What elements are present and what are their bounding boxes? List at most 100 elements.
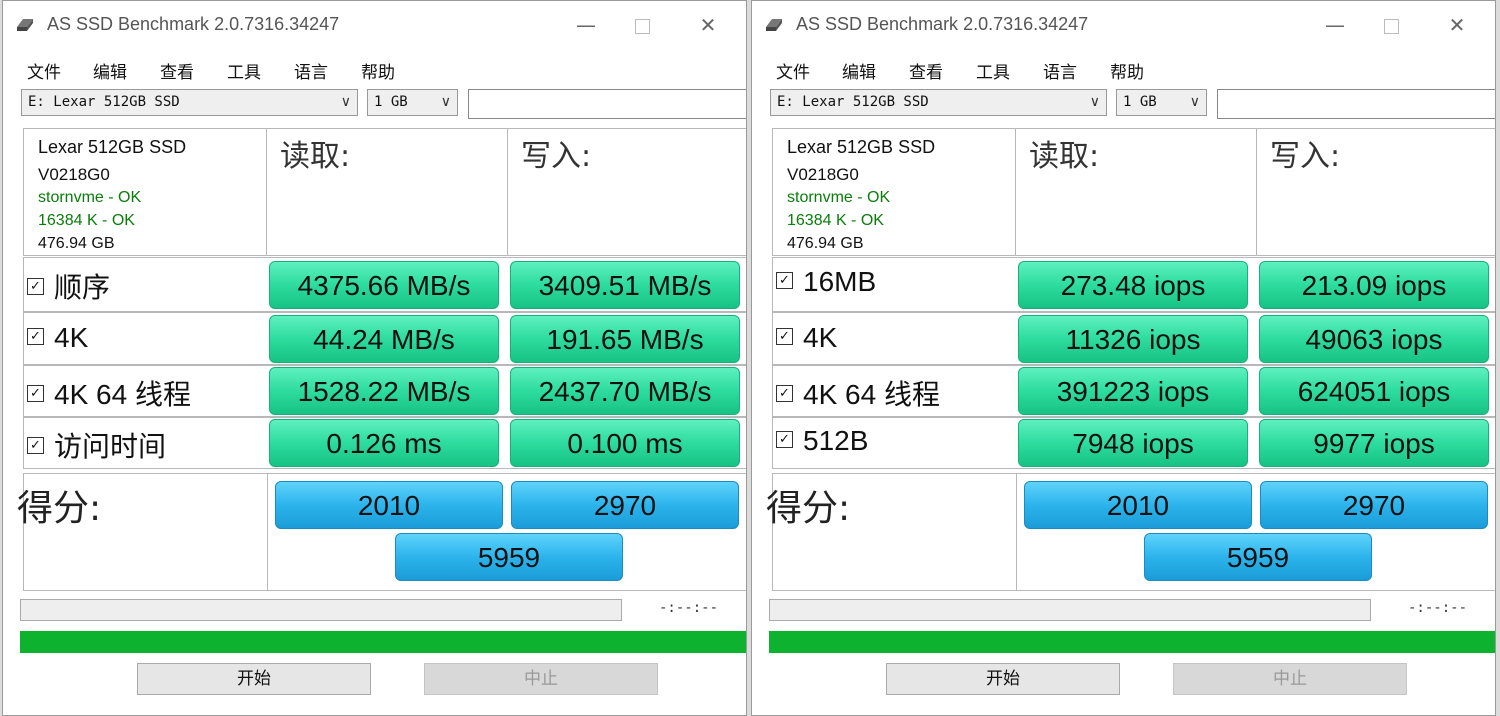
size-select[interactable]: 1 GB ∨ [1116,89,1207,116]
status-textbox[interactable] [1217,89,1495,119]
checkbox-checked-icon[interactable]: ✓ [776,328,793,346]
close-icon[interactable]: ✕ [1437,9,1477,41]
progress-bar [769,599,1371,621]
read-result-3: 7948 iops [1018,419,1248,467]
menu-help[interactable]: 帮助 [361,58,395,83]
write-header: 写入: [521,139,592,174]
row-label-text: 4K [54,322,89,353]
drive-info-panel: Lexar 512GB SSD V0218G0 stornvme - OK 16… [772,128,1016,256]
write-result-3: 9977 iops [1259,419,1489,467]
menu-edit[interactable]: 编辑 [842,58,876,83]
menu-file[interactable]: 文件 [776,58,810,83]
write-result-3: 0.100 ms [510,419,740,467]
menu-view[interactable]: 查看 [909,58,943,83]
stop-button[interactable]: 中止 [1173,663,1407,695]
completion-bar [20,631,746,653]
start-button[interactable]: 开始 [137,663,371,695]
checkbox-checked-icon[interactable]: ✓ [27,328,44,346]
row-label-3[interactable]: ✓ 访问时间 [27,425,166,465]
write-result-1: 191.65 MB/s [510,315,740,363]
write-result-0: 3409.51 MB/s [510,261,740,309]
read-result-2: 391223 iops [1018,367,1248,415]
checkbox-checked-icon[interactable]: ✓ [27,437,44,455]
row-label-1[interactable]: ✓ 4K [776,322,837,354]
elapsed-timer: -:--:-- [659,600,719,616]
row-label-2[interactable]: ✓ 4K 64 线程 [776,373,940,413]
stop-button[interactable]: 中止 [424,663,658,695]
row-label-3[interactable]: ✓ 512B [776,425,868,457]
write-result-0: 213.09 iops [1259,261,1489,309]
read-result-2: 1528.22 MB/s [269,367,499,415]
row-label-text: 顺序 [54,272,111,303]
progress-bar [20,599,622,621]
menu-help[interactable]: 帮助 [1110,58,1144,83]
toolbar: E: Lexar 512GB SSD ∨ 1 GB ∨ [3,89,746,119]
minimize-icon[interactable]: — [566,9,606,41]
ssd-drive-icon [766,19,782,31]
menu-tools[interactable]: 工具 [976,58,1010,83]
write-header: 写入: [1270,139,1341,174]
menu-file[interactable]: 文件 [27,58,61,83]
alignment-status: 16384 K - OK [38,212,135,229]
score-label: 得分: [17,488,102,529]
toolbar: E: Lexar 512GB SSD ∨ 1 GB ∨ [752,89,1495,119]
row-label-text: 512B [803,425,869,456]
chevron-down-icon: ∨ [340,94,351,110]
elapsed-timer: -:--:-- [1408,600,1468,616]
size-select-value: 1 GB [1123,94,1157,110]
benchmark-window-seq: AS SSD Benchmark 2.0.7316.34247 — ✕ 文件 编… [2,0,747,716]
score-read: 2010 [275,481,503,529]
read-result-3: 0.126 ms [269,419,499,467]
row-label-1[interactable]: ✓ 4K [27,322,88,354]
checkbox-checked-icon[interactable]: ✓ [27,278,44,296]
window-title: AS SSD Benchmark 2.0.7316.34247 [796,14,1089,34]
menu-language[interactable]: 语言 [1043,58,1077,83]
drive-firmware: V0218G0 [38,165,110,184]
title-bar[interactable]: AS SSD Benchmark 2.0.7316.34247 — ✕ [752,1,1495,51]
size-select[interactable]: 1 GB ∨ [367,89,458,116]
read-header: 读取: [280,139,351,174]
score-write: 2970 [1260,481,1488,529]
checkbox-checked-icon[interactable]: ✓ [776,431,793,449]
title-bar[interactable]: AS SSD Benchmark 2.0.7316.34247 — ✕ [3,1,746,51]
minimize-icon[interactable]: — [1315,9,1355,41]
menu-language[interactable]: 语言 [294,58,328,83]
checkbox-checked-icon[interactable]: ✓ [27,385,44,403]
checkbox-checked-icon[interactable]: ✓ [776,272,793,290]
read-header: 读取: [1029,139,1100,174]
drive-select-value: E: Lexar 512GB SSD [777,94,929,110]
read-result-0: 4375.66 MB/s [269,261,499,309]
row-label-2[interactable]: ✓ 4K 64 线程 [27,373,191,413]
row-label-0[interactable]: ✓ 顺序 [27,266,110,306]
close-icon[interactable]: ✕ [688,9,728,41]
read-result-1: 44.24 MB/s [269,315,499,363]
window-title: AS SSD Benchmark 2.0.7316.34247 [47,14,340,34]
menu-tools[interactable]: 工具 [227,58,261,83]
score-total: 5959 [395,533,623,581]
menu-edit[interactable]: 编辑 [93,58,127,83]
maximize-icon[interactable] [1371,9,1411,41]
row-label-text: 4K 64 线程 [803,379,940,410]
score-write: 2970 [511,481,739,529]
drive-select[interactable]: E: Lexar 512GB SSD ∨ [21,89,358,116]
row-label-text: 4K 64 线程 [54,379,191,410]
drive-firmware: V0218G0 [787,165,859,184]
write-result-2: 2437.70 MB/s [510,367,740,415]
row-label-0[interactable]: ✓ 16MB [776,266,876,298]
menu-view[interactable]: 查看 [160,58,194,83]
read-result-0: 273.48 iops [1018,261,1248,309]
start-button[interactable]: 开始 [886,663,1120,695]
row-label-text: 4K [803,322,838,353]
maximize-icon[interactable] [622,9,662,41]
chevron-down-icon: ∨ [1089,94,1100,110]
checkbox-checked-icon[interactable]: ✓ [776,385,793,403]
drive-select[interactable]: E: Lexar 512GB SSD ∨ [770,89,1107,116]
ssd-drive-icon [17,19,33,31]
row-label-text: 16MB [803,266,877,297]
score-read: 2010 [1024,481,1252,529]
chevron-down-icon: ∨ [1189,94,1200,110]
drive-select-value: E: Lexar 512GB SSD [28,94,180,110]
drive-info-panel: Lexar 512GB SSD V0218G0 stornvme - OK 16… [23,128,267,256]
size-select-value: 1 GB [374,94,408,110]
status-textbox[interactable] [468,89,746,119]
